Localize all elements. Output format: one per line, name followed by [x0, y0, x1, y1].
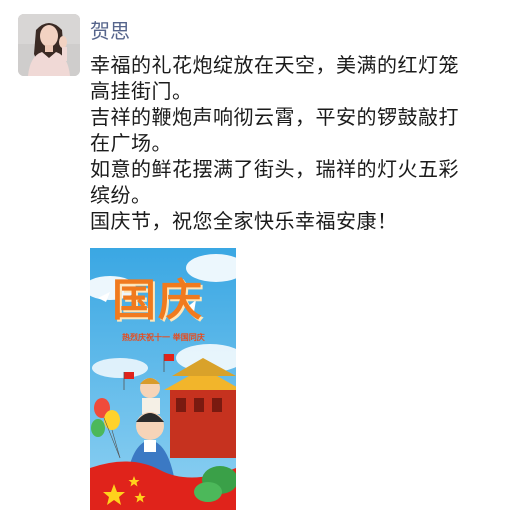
moments-post: 贺思 幸福的礼花炮绽放在天空，美满的红灯笼 高挂街门。 吉祥的鞭炮声响彻云霄，平… [0, 0, 522, 522]
post-line: 国庆节，祝您全家快乐幸福安康！ [90, 209, 398, 233]
post-line: 在广场。 [90, 131, 172, 155]
avatar[interactable] [18, 14, 80, 76]
post-text: 幸福的礼花炮绽放在天空，美满的红灯笼 高挂街门。 吉祥的鞭炮声响彻云霄，平安的锣… [90, 52, 510, 234]
author-name[interactable]: 贺思 [90, 18, 130, 44]
post-line: 高挂街门。 [90, 79, 193, 103]
post-image[interactable]: 国庆 热烈庆祝十一 举国同庆 [90, 248, 236, 510]
poster-subtitle: 热烈庆祝十一 举国同庆 [122, 333, 205, 342]
post-line: 吉祥的鞭炮声响彻云霄，平安的锣鼓敲打 [90, 105, 459, 129]
poster-title: 国庆 [112, 275, 204, 326]
avatar-photo [18, 14, 80, 76]
post-line: 幸福的礼花炮绽放在天空，美满的红灯笼 [90, 53, 459, 77]
post-line: 缤纷。 [90, 183, 152, 207]
post-line: 如意的鲜花摆满了街头，瑞祥的灯火五彩 [90, 157, 459, 181]
